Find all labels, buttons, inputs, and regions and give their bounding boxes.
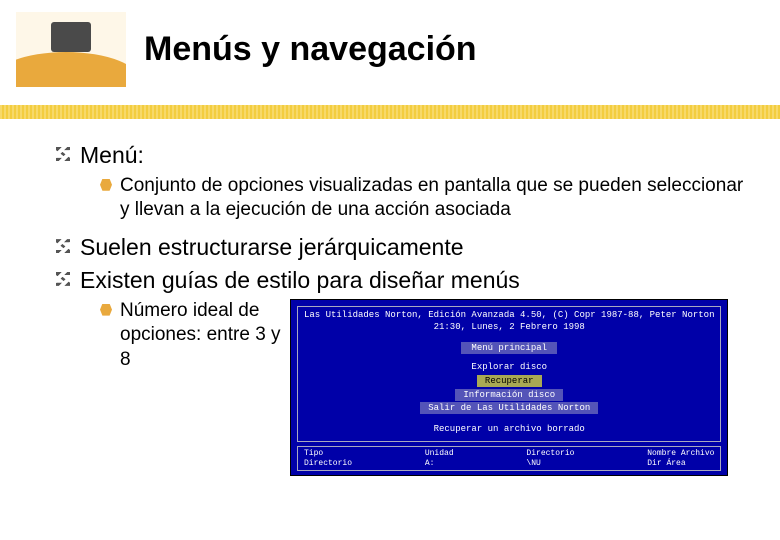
- bullet-menu: Menú:: [80, 141, 144, 170]
- dos-status-dir: Directorio \NU: [526, 449, 574, 468]
- dos-status-bar: Tipo Directorio Unidad A: Directorio \NU…: [297, 446, 721, 471]
- sub-bullet-icon: [100, 304, 112, 316]
- dos-status-drive: Unidad A:: [425, 449, 454, 468]
- divider-bar: [0, 105, 780, 119]
- dos-status-file: Nombre Archivo Dir Área: [647, 449, 714, 468]
- sub-bullet-definition: Conjunto de opciones visualizadas en pan…: [120, 174, 744, 223]
- dos-footer-desc: Recuperar un archivo borrado: [304, 424, 714, 435]
- dos-status-type: Tipo Directorio: [304, 449, 352, 468]
- bullet-hierarchy: Suelen estructurarse jerárquicamente: [80, 233, 464, 262]
- dos-item-info: Información disco: [455, 389, 563, 401]
- slide-logo: [16, 12, 126, 87]
- bullet-icon: [56, 272, 70, 286]
- dos-item-exit: Salir de Las Utilidades Norton: [420, 402, 598, 414]
- dos-item-explore: Explorar disco: [463, 361, 555, 373]
- bullet-icon: [56, 147, 70, 161]
- sub-bullet-options: Número ideal de opciones: entre 3 y 8: [120, 299, 290, 373]
- sub-bullet-icon: [100, 179, 112, 191]
- dos-date: 21:30, Lunes, 2 Febrero 1998: [304, 322, 714, 333]
- dos-item-recover: Recuperar: [477, 375, 542, 387]
- bullet-styleguides: Existen guías de estilo para diseñar men…: [80, 266, 520, 295]
- dos-menu-screenshot: Las Utilidades Norton, Edición Avanzada …: [290, 299, 728, 477]
- bullet-icon: [56, 239, 70, 253]
- slide-title: Menús y navegación: [144, 30, 477, 69]
- dos-header: Las Utilidades Norton, Edición Avanzada …: [304, 310, 714, 321]
- dos-menu-title: Menú principal: [461, 342, 557, 354]
